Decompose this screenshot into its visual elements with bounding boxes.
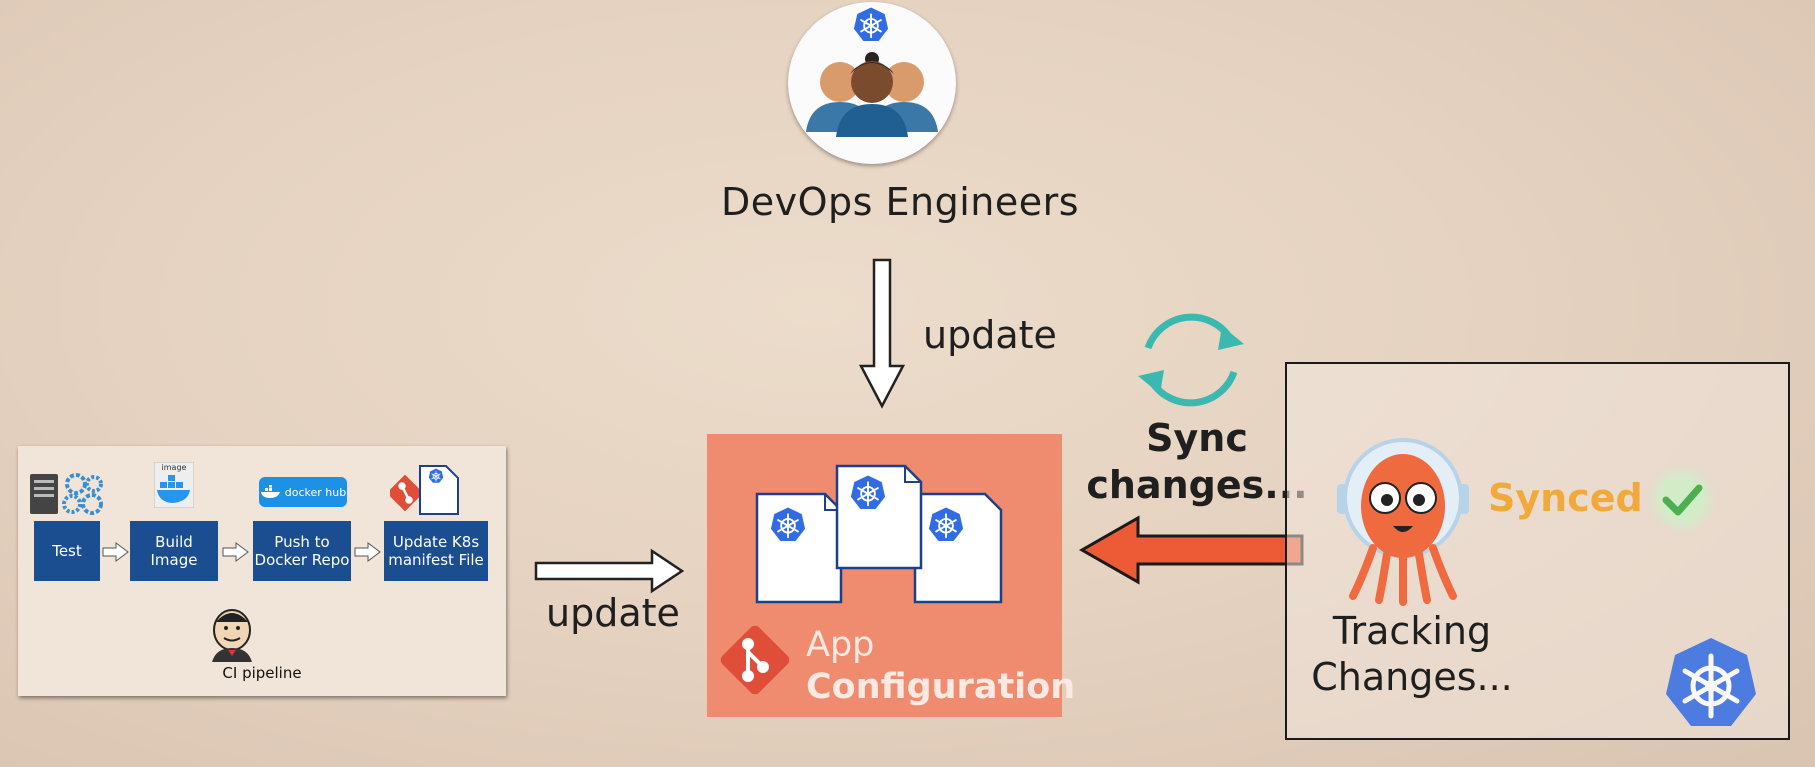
devops-engineers-avatar (788, 2, 956, 164)
image-tag: image (161, 463, 187, 472)
kubernetes-logo-icon (1659, 632, 1763, 736)
ci-arrow-2 (222, 542, 249, 562)
tracking-label-line1: Tracking (1332, 609, 1492, 653)
ci-step-build-image: Build Image (130, 521, 218, 581)
sync-changes-label: Sync changes... (1082, 415, 1312, 509)
jenkins-icon (212, 609, 252, 662)
ci-pipeline-panel: image docker hub Test Build Image Push t… (18, 446, 506, 696)
sync-left-arrow (1078, 515, 1304, 585)
ci-arrow-3 (354, 542, 381, 562)
sync-label-line2: changes... (1086, 463, 1308, 507)
ci-arrow-1 (102, 542, 129, 562)
update-right-arrow (534, 548, 685, 594)
app-configuration-label: App Configuration (806, 624, 1075, 708)
engineers-icon (806, 6, 938, 137)
ci-step-update-manifest: Update K8s manifest File (384, 521, 488, 581)
docker-hub-text: docker hub (284, 485, 347, 499)
argocd-panel: Synced Tracking Changes... (1285, 362, 1790, 740)
git-manifest-icon (390, 465, 459, 515)
devops-engineers-label: DevOps Engineers (720, 180, 1080, 224)
docker-whale-icon (260, 485, 280, 498)
update-label-left: update (546, 591, 680, 635)
sync-label-line1: Sync (1146, 416, 1248, 460)
sync-icon (1138, 313, 1244, 407)
test-icon (30, 473, 103, 515)
tracking-label-line2: Changes... (1311, 655, 1513, 699)
check-icon (1662, 484, 1703, 516)
tracking-changes-label: Tracking Changes... (1297, 608, 1527, 700)
app-configuration-panel: App Configuration (707, 434, 1075, 717)
synced-status-label: Synced (1488, 476, 1643, 520)
k8s-manifest-files-icon (755, 464, 1003, 604)
update-down-arrow (858, 258, 906, 409)
update-label-top: update (923, 313, 1057, 357)
argocd-octopus-icon (1337, 438, 1469, 606)
git-logo-icon (720, 625, 790, 695)
ci-step-push-docker-repo: Push to Docker Repo (253, 521, 351, 581)
app-label-line2: Configuration (806, 667, 1076, 707)
docker-hub-logo: docker hub (259, 477, 347, 507)
ci-pipeline-label: CI pipeline (222, 664, 302, 682)
synced-check-icon (1647, 464, 1717, 534)
ci-step-test: Test (34, 521, 100, 581)
app-label-line1: App (806, 625, 875, 665)
